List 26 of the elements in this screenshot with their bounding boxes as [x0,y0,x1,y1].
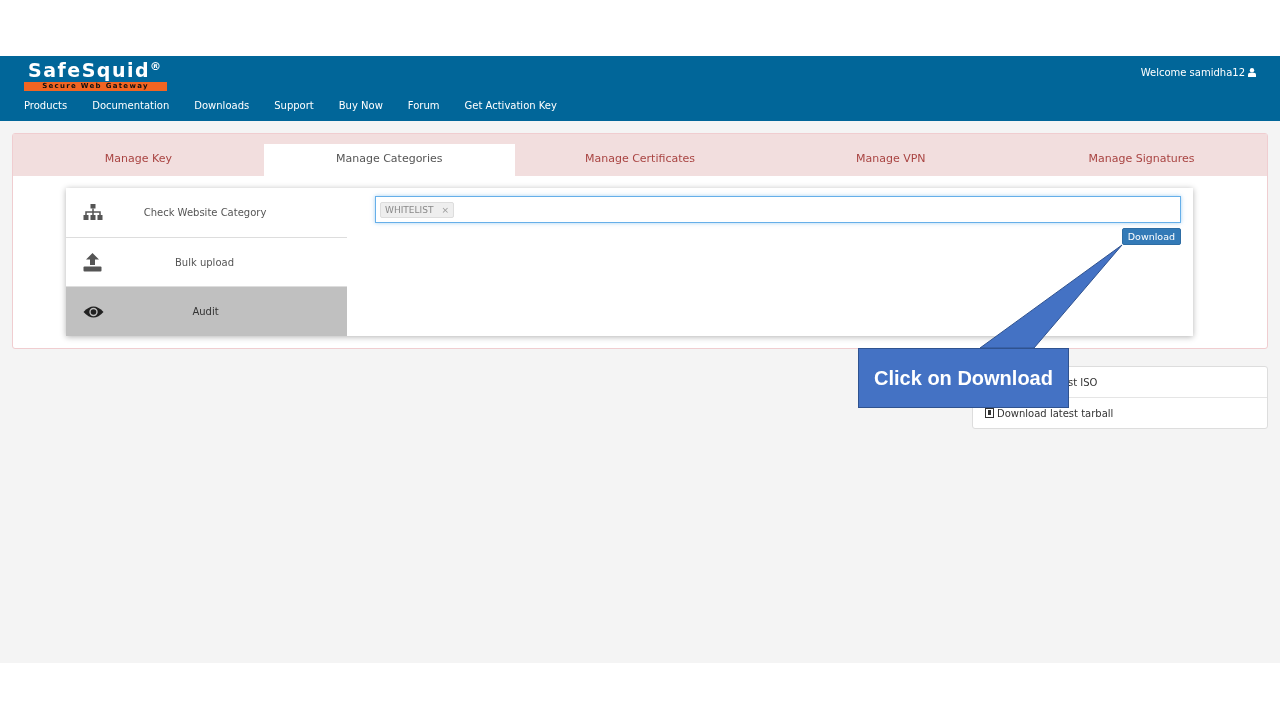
nav-link[interactable]: Downloads [194,100,250,111]
tab[interactable]: Manage Categories [263,144,515,176]
eye-icon [83,304,104,319]
sitemap-icon [83,203,103,221]
nav-link[interactable]: Buy Now [338,100,383,111]
nav-link[interactable]: Get Activation Key [464,100,557,111]
upload-icon [83,252,102,272]
welcome-text: Welcome samidha12 [1140,67,1256,78]
nav-link[interactable]: Documentation [92,100,170,111]
tab[interactable]: Manage Signatures [1016,144,1267,176]
tag-input-field[interactable]: WHITELIST × [375,196,1181,223]
download-link[interactable]: st ISO [1068,376,1098,388]
user-icon [1248,68,1256,77]
menu-item[interactable]: Audit [66,287,347,336]
download-link[interactable]: Download latest tarball [997,407,1114,419]
tab[interactable]: Manage Key [13,144,264,176]
nav-link[interactable]: Forum [407,100,440,111]
file-icon [985,408,994,418]
tab[interactable]: Manage Certificates [514,144,766,176]
download-button[interactable]: Download [1121,228,1181,245]
nav-link[interactable]: Products [24,100,68,111]
nav-link[interactable]: Support [274,100,314,111]
menu-item[interactable]: Check Website Category [66,188,347,238]
tag-label: WHITELIST [385,204,434,215]
callout-text: Click on Download [858,348,1069,408]
tab[interactable]: Manage VPN [765,144,1017,176]
